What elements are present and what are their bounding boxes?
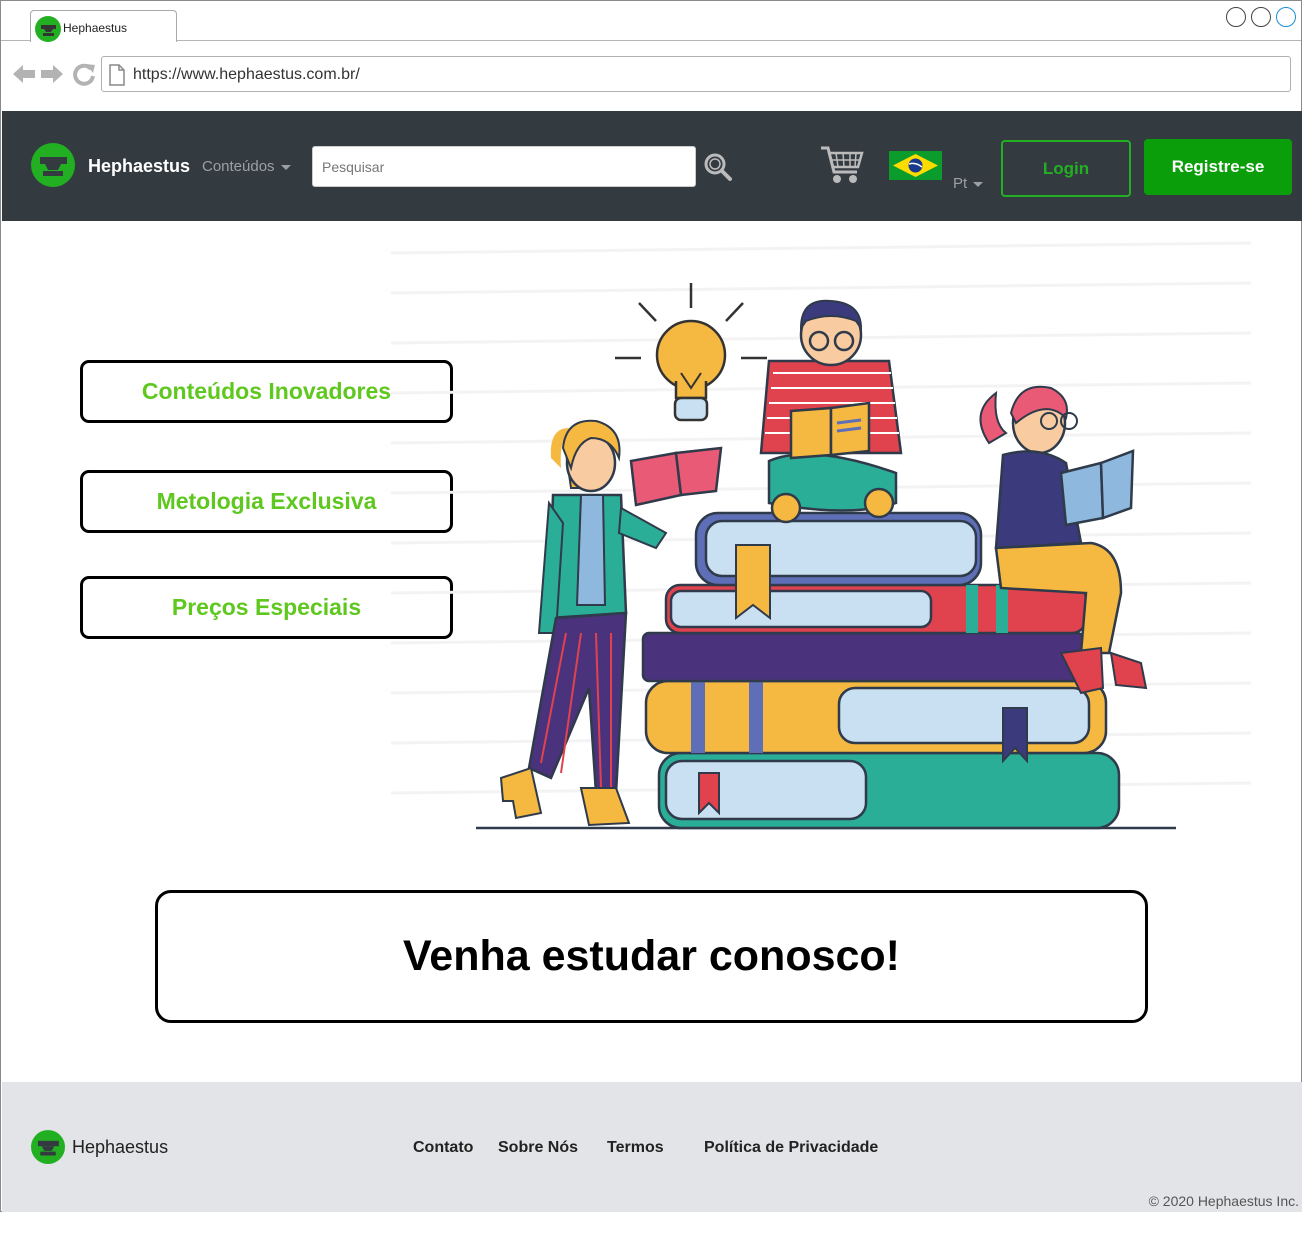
brand-name[interactable]: Hephaestus xyxy=(88,156,190,177)
search-input[interactable] xyxy=(312,146,696,187)
chevron-down-icon xyxy=(280,164,291,170)
close-button[interactable] xyxy=(1276,7,1296,27)
students-books-illustration xyxy=(391,241,1252,830)
tab-title: Hephaestus xyxy=(63,21,128,35)
language-selector[interactable]: Pt xyxy=(953,175,984,192)
boy-reading-figure xyxy=(759,299,903,524)
lightbulb-icon xyxy=(615,283,767,422)
brazil-flag-icon[interactable] xyxy=(889,151,942,180)
content-menu-label: Conteúdos xyxy=(202,158,275,175)
footer-link-privacy[interactable]: Política de Privacidade xyxy=(704,1139,878,1157)
cart-icon[interactable] xyxy=(819,144,865,186)
content-menu[interactable]: Conteúdos xyxy=(202,158,291,175)
login-button[interactable]: Login xyxy=(1001,140,1131,197)
logo-icon[interactable] xyxy=(31,143,75,187)
reload-icon[interactable] xyxy=(71,61,97,87)
footer-link-terms[interactable]: Termos xyxy=(607,1139,664,1157)
language-label: Pt xyxy=(953,175,968,192)
browser-tabstrip: Hephaestus xyxy=(1,1,1301,42)
register-button[interactable]: Registre-se xyxy=(1144,139,1292,195)
footer-link-contact[interactable]: Contato xyxy=(413,1139,473,1157)
chevron-down-icon xyxy=(973,181,984,187)
copyright-text: © 2020 Hephaestus Inc. xyxy=(1148,1193,1299,1209)
footer-link-about[interactable]: Sobre Nós xyxy=(498,1139,578,1157)
browser-toolbar: https://www.hephaestus.com.br/ xyxy=(1,42,1301,110)
call-to-action-banner[interactable]: Venha estudar conosco! xyxy=(155,890,1148,1023)
address-bar[interactable]: https://www.hephaestus.com.br/ xyxy=(101,56,1291,92)
logo-icon xyxy=(35,16,61,42)
forward-arrow-icon[interactable] xyxy=(39,61,65,87)
browser-tab[interactable]: Hephaestus xyxy=(30,10,177,42)
site-header: Hephaestus Conteúdos Pt Login Registre-s… xyxy=(2,111,1302,221)
footer-brand-name: Hephaestus xyxy=(72,1137,169,1157)
url-text: https://www.hephaestus.com.br/ xyxy=(133,66,360,83)
site-footer: Hephaestus Contato Sobre Nós Termos Polí… xyxy=(2,1082,1302,1212)
page-icon xyxy=(109,64,125,86)
browser-window: Hephaestus https://www.hephaestus.com.br… xyxy=(0,0,1302,1212)
back-arrow-icon[interactable] xyxy=(11,61,37,87)
search-icon[interactable] xyxy=(703,152,733,182)
minimize-button[interactable] xyxy=(1226,7,1246,27)
maximize-button[interactable] xyxy=(1251,7,1271,27)
logo-icon xyxy=(31,1130,65,1164)
